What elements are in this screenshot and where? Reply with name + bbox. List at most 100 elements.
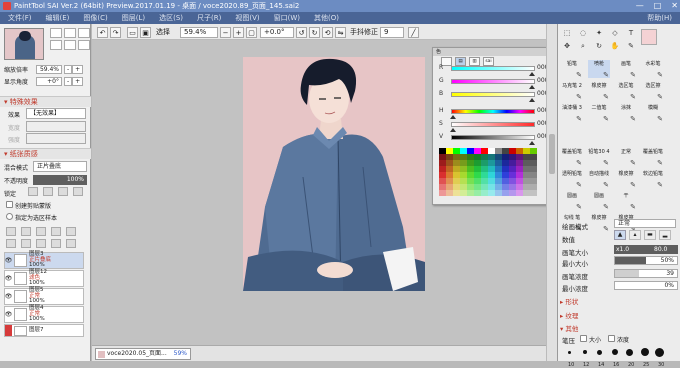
brush-slot[interactable]: 橡皮擦 ✎ bbox=[615, 170, 637, 189]
zoom-plus-button[interactable]: + bbox=[72, 64, 84, 74]
new-linework-button[interactable] bbox=[36, 227, 46, 236]
zoom-in-button[interactable] bbox=[50, 28, 62, 38]
slider-knob[interactable] bbox=[449, 115, 456, 119]
brush-slot[interactable]: 覆盖铅笔 ✎ bbox=[642, 148, 664, 167]
panel-scrollbar[interactable] bbox=[546, 24, 557, 361]
flip-icon[interactable]: ⇋ bbox=[335, 27, 346, 38]
merge-down-button[interactable] bbox=[6, 239, 16, 248]
new-folder-button[interactable] bbox=[21, 227, 31, 236]
min-size-slider[interactable]: 50% bbox=[614, 256, 678, 265]
menu-selection[interactable]: 选区(S) bbox=[159, 13, 183, 23]
tip-sharp-icon[interactable]: ▲ bbox=[614, 230, 626, 240]
brush-preset-dot[interactable] bbox=[577, 347, 592, 357]
brush-slot[interactable] bbox=[615, 126, 637, 144]
brush-slot[interactable] bbox=[642, 126, 664, 144]
brush-slot[interactable] bbox=[588, 126, 610, 144]
zoom-icon[interactable]: ⌕ bbox=[577, 41, 589, 51]
eyedropper-icon[interactable]: ✎ bbox=[625, 41, 637, 51]
layer-item[interactable]: 👁 图层5 正常 100% bbox=[4, 288, 84, 305]
brush-slot[interactable]: 正常 ✎ bbox=[615, 148, 637, 167]
document-tab[interactable]: voce2020.05_页面... 59% bbox=[95, 348, 191, 360]
foreground-color-swatch[interactable] bbox=[641, 29, 657, 45]
brush-preset-dot[interactable] bbox=[652, 347, 667, 357]
move-icon[interactable]: ✥ bbox=[561, 41, 573, 51]
color-swatch[interactable] bbox=[509, 190, 516, 196]
color-slider-s[interactable] bbox=[451, 122, 535, 127]
slider-knob[interactable] bbox=[529, 72, 536, 76]
clear-layer-button[interactable] bbox=[36, 239, 46, 248]
opacity-slider[interactable]: 100% bbox=[33, 175, 87, 185]
brush-slot[interactable]: 圆画 ✎ bbox=[588, 192, 610, 211]
color-slider-h[interactable] bbox=[451, 109, 535, 114]
layer-item[interactable]: 👁 图层4 正常 100% bbox=[4, 306, 84, 323]
brush-slot[interactable]: 涂抹 ✎ bbox=[615, 104, 637, 123]
pressure-size-checkbox[interactable] bbox=[580, 335, 587, 342]
brush-slot[interactable]: 橡皮擦 ✎ bbox=[588, 82, 610, 101]
slider-knob[interactable] bbox=[529, 85, 536, 89]
undo-icon[interactable]: ↶ bbox=[97, 27, 108, 38]
merge-visible-button[interactable] bbox=[21, 239, 31, 248]
eye-icon[interactable]: 👁 bbox=[5, 307, 13, 322]
eye-icon[interactable] bbox=[5, 325, 12, 336]
rotate-plus-button[interactable]: + bbox=[72, 76, 84, 86]
artwork-canvas[interactable] bbox=[243, 57, 425, 291]
brush-slot[interactable]: 覆盖铅笔 ✎ bbox=[561, 148, 583, 167]
brush-preset-dot[interactable] bbox=[622, 347, 637, 357]
rgb-slider-button[interactable]: ▤ bbox=[455, 57, 466, 66]
lasso-icon[interactable]: ◌ bbox=[577, 28, 589, 38]
menu-file[interactable]: 文件(F) bbox=[8, 13, 32, 23]
color-swatch[interactable] bbox=[516, 190, 523, 196]
zoom-out-icon[interactable]: − bbox=[220, 27, 231, 38]
color-slider-g[interactable] bbox=[451, 79, 535, 84]
color-swatch[interactable] bbox=[495, 190, 502, 196]
slider-knob[interactable] bbox=[449, 128, 456, 132]
brush-slot[interactable]: 软边铅笔 ✎ bbox=[642, 170, 664, 189]
brush-slot[interactable]: 喷枪 ✎ bbox=[588, 60, 610, 79]
lock-position-button[interactable] bbox=[43, 187, 53, 196]
brush-slot[interactable]: 铅笔30 4 ✎ bbox=[588, 148, 610, 167]
select-rect-icon[interactable]: ⬚ bbox=[561, 28, 573, 38]
slider-knob[interactable] bbox=[529, 98, 536, 102]
brush-preset-dot[interactable] bbox=[637, 347, 652, 357]
color-swatch[interactable] bbox=[453, 190, 460, 196]
brush-preset-dot[interactable] bbox=[562, 347, 577, 357]
color-slider-v[interactable] bbox=[451, 135, 535, 140]
menu-other[interactable]: 其他(O) bbox=[314, 13, 339, 23]
wand-icon[interactable]: ✦ bbox=[593, 28, 605, 38]
rotate-icon[interactable]: ↻ bbox=[593, 41, 605, 51]
strength-field[interactable] bbox=[26, 133, 86, 144]
pressure-density-checkbox[interactable] bbox=[608, 335, 615, 342]
layer-item[interactable]: 图层7 bbox=[4, 324, 84, 337]
color-swatch[interactable] bbox=[481, 190, 488, 196]
eye-icon[interactable]: 👁 bbox=[5, 271, 13, 286]
menu-help[interactable]: 帮助(H) bbox=[647, 13, 672, 23]
rotate-left-button[interactable] bbox=[50, 40, 62, 50]
brush-slot[interactable] bbox=[561, 126, 583, 144]
menu-edit[interactable]: 编辑(E) bbox=[46, 13, 70, 23]
angle-field[interactable]: +0.0° bbox=[260, 27, 294, 38]
brush-slot[interactable] bbox=[642, 192, 664, 210]
hand-icon[interactable]: ✋ bbox=[609, 41, 621, 51]
lock-all-button[interactable] bbox=[73, 187, 83, 196]
brush-slot[interactable]: 画笔 ✎ bbox=[615, 60, 637, 79]
brush-slot[interactable]: 油漆桶 3 ✎ bbox=[561, 104, 583, 123]
lock-pixels-button[interactable] bbox=[28, 187, 38, 196]
navigator-thumbnail[interactable] bbox=[4, 28, 44, 60]
zoom-reset-button[interactable] bbox=[78, 28, 90, 38]
min-density-slider[interactable]: 0% bbox=[614, 281, 678, 290]
tip-flat-icon[interactable]: ▬ bbox=[644, 230, 656, 240]
menu-ruler[interactable]: 尺子(R) bbox=[197, 13, 221, 23]
lock-transparency-button[interactable] bbox=[58, 187, 68, 196]
color-swatch[interactable] bbox=[523, 190, 530, 196]
menu-view[interactable]: 视图(V) bbox=[235, 13, 259, 23]
tip-soft-icon[interactable]: ▂ bbox=[659, 230, 671, 240]
color-slider-b[interactable] bbox=[451, 92, 535, 97]
shape-icon[interactable]: ◇ bbox=[609, 28, 621, 38]
rotate-reset-icon[interactable]: ⟲ bbox=[322, 27, 333, 38]
brush-slot[interactable]: 模糊 ✎ bbox=[642, 104, 664, 123]
straight-line-icon[interactable]: ╱ bbox=[408, 27, 419, 38]
layer-item[interactable]: 👁 图层3 正片叠底 100% bbox=[4, 252, 84, 269]
color-swatch[interactable] bbox=[530, 190, 537, 196]
rotate-minus-button[interactable]: - bbox=[64, 76, 73, 86]
brush-preset-dot[interactable] bbox=[607, 347, 622, 357]
